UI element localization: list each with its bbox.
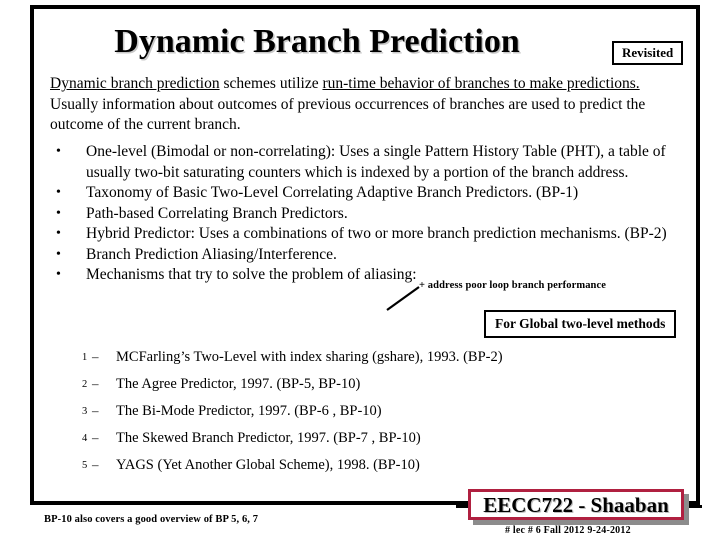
bullet-marker-icon: • xyxy=(56,267,61,282)
list-item: • Taxonomy of Basic Two-Level Correlatin… xyxy=(48,183,698,204)
list-item: 5 – YAGS (Yet Another Global Scheme), 19… xyxy=(48,454,688,481)
slide-canvas: Dynamic Branch Prediction Revisited Dyna… xyxy=(0,0,720,540)
bullet-marker-icon: • xyxy=(56,205,61,221)
list-item-dash: – xyxy=(92,376,99,391)
list-item: 2 – The Agree Predictor, 1997. (BP-5, BP… xyxy=(48,373,688,400)
intro-emphasis-2: run-time behavior of branches to make pr… xyxy=(322,75,640,92)
list-item-dash: – xyxy=(92,349,99,364)
list-item: 1 – MCFarling’s Two-Level with index sha… xyxy=(48,346,688,373)
annotation-loop-performance: + address poor loop branch performance xyxy=(419,280,607,291)
callout-box-global-methods-label: For Global two-level methods xyxy=(495,316,666,331)
intro-emphasis-1: Dynamic branch prediction xyxy=(50,75,220,92)
list-item-number: 1 xyxy=(82,352,88,363)
callout-box-global-methods: For Global two-level methods xyxy=(484,310,677,338)
brand-label: EECC722 - Shaaban xyxy=(483,492,669,517)
list-item: • Hybrid Predictor: Uses a combinations … xyxy=(48,224,698,245)
list-item-text: One-level (Bimodal or non-correlating): … xyxy=(86,143,666,181)
list-item-text: Branch Prediction Aliasing/Interference. xyxy=(86,245,337,263)
list-item: • One-level (Bimodal or non-correlating)… xyxy=(48,142,698,183)
list-item: 4 – The Skewed Branch Predictor, 1997. (… xyxy=(48,427,688,454)
list-item-number: 5 xyxy=(82,460,88,471)
bullet-marker-icon: • xyxy=(56,144,61,159)
list-item-number: 4 xyxy=(82,433,88,444)
list-item-text: Path-based Correlating Branch Predictors… xyxy=(86,204,348,222)
bullet-marker-icon: • xyxy=(56,226,61,241)
list-item-number: 2 xyxy=(82,379,88,390)
list-item-text: The Skewed Branch Predictor, 1997. (BP-7… xyxy=(116,430,421,446)
list-item-dash: – xyxy=(92,430,99,445)
bullet-marker-icon: • xyxy=(56,246,61,262)
list-item: 3 – The Bi-Mode Predictor, 1997. (BP-6 ,… xyxy=(48,400,688,427)
intro-plain-2: Usually information about outcomes of pr… xyxy=(50,95,646,134)
list-item-text: Taxonomy of Basic Two-Level Correlating … xyxy=(86,184,579,201)
list-item-text: Mechanisms that try to solve the problem… xyxy=(86,266,417,283)
list-item-text: YAGS (Yet Another Global Scheme), 1998. … xyxy=(116,457,420,473)
brand-box: EECC722 - Shaaban xyxy=(468,489,684,520)
list-item: • Path-based Correlating Branch Predicto… xyxy=(48,204,698,225)
intro-plain-1: schemes utilize xyxy=(219,75,323,92)
list-item-number: 3 xyxy=(82,406,88,417)
list-item-text: The Bi-Mode Predictor, 1997. (BP-6 , BP-… xyxy=(116,403,382,419)
revisited-badge-label: Revisited xyxy=(622,45,674,60)
list-item-text: MCFarling’s Two-Level with index sharing… xyxy=(116,349,503,365)
bullet-list: • One-level (Bimodal or non-correlating)… xyxy=(48,142,698,286)
list-item-text: Hybrid Predictor: Uses a combinations of… xyxy=(86,225,667,242)
course-brand-banner: EECC722 - Shaaban xyxy=(456,489,706,525)
list-item: • Branch Prediction Aliasing/Interferenc… xyxy=(48,245,698,266)
footer-lecture-meta: # lec # 6 Fall 2012 9-24-2012 xyxy=(505,525,631,536)
numbered-sublist: 1 – MCFarling’s Two-Level with index sha… xyxy=(48,346,688,481)
bullet-marker-icon: • xyxy=(56,185,61,200)
list-item-dash: – xyxy=(92,403,99,418)
revisited-badge: Revisited xyxy=(612,41,684,65)
list-item-text: The Agree Predictor, 1997. (BP-5, BP-10) xyxy=(116,376,361,392)
footer-note: BP-10 also covers a good overview of BP … xyxy=(44,514,259,525)
list-item-dash: – xyxy=(92,457,99,472)
intro-paragraph: Dynamic branch prediction schemes utiliz… xyxy=(50,74,690,136)
